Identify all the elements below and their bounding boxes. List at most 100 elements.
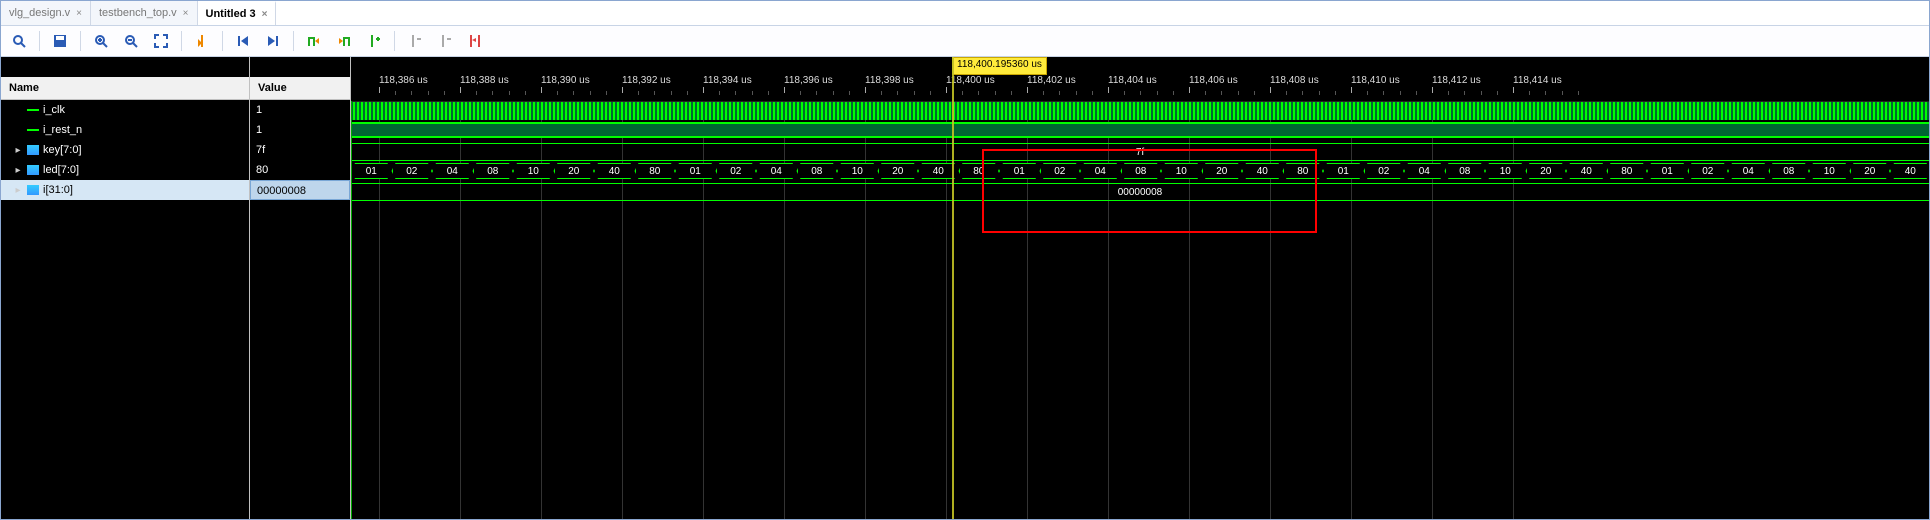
ruler-subtick xyxy=(1481,91,1482,95)
ruler-tick xyxy=(1432,87,1433,93)
prev-edge-icon[interactable] xyxy=(302,29,326,53)
first-icon[interactable] xyxy=(231,29,255,53)
ruler-label: 118,414 us xyxy=(1513,75,1562,86)
signal-value-i_rest_n[interactable]: 1 xyxy=(250,120,350,140)
ruler-subtick xyxy=(1464,91,1465,95)
signal-value-led-7-0-[interactable]: 80 xyxy=(250,160,350,180)
signal-value-key-7-0-[interactable]: 7f xyxy=(250,140,350,160)
cursor-marker-label[interactable]: 118,400.195360 us xyxy=(952,57,1047,75)
zoom-out-icon[interactable] xyxy=(119,29,143,53)
toolbar-separator xyxy=(293,31,294,51)
ruler-subtick xyxy=(1319,91,1320,95)
tab-testbench_top-v[interactable]: testbench_top.v × xyxy=(91,1,198,25)
remove-marker-icon[interactable] xyxy=(433,29,457,53)
bus-cell-led: 20 xyxy=(1850,163,1891,179)
tab-close-icon[interactable]: × xyxy=(76,8,82,19)
expander-icon[interactable]: ▸ xyxy=(13,185,23,196)
signal-value-i-31-0-[interactable]: 00000008 xyxy=(250,180,350,200)
ruler-label: 118,408 us xyxy=(1270,75,1319,86)
waveform-panel[interactable]: 118,386 us 118,388 us 118,390 us 118,392 us… xyxy=(351,57,1929,519)
ruler-subtick xyxy=(1400,91,1401,95)
ruler-subtick xyxy=(833,91,834,95)
signal-row-i_clk[interactable]: i_clk xyxy=(1,100,249,120)
tab-vlg_design-v[interactable]: vlg_design.v× xyxy=(1,1,91,25)
toolbar-separator xyxy=(39,31,40,51)
ruler-subtick xyxy=(881,91,882,95)
bus-cell-led: 01 xyxy=(1323,163,1364,179)
ruler-subtick xyxy=(816,91,817,95)
last-icon[interactable] xyxy=(261,29,285,53)
signal-name-label: i[31:0] xyxy=(43,184,73,196)
save-icon[interactable] xyxy=(48,29,72,53)
ruler-subtick xyxy=(1205,91,1206,95)
bus-cell-led: 10 xyxy=(837,163,878,179)
ruler-subtick xyxy=(476,91,477,95)
remove-marker-float-icon[interactable] xyxy=(403,29,427,53)
tab-untitled-3[interactable]: Untitled 3 × xyxy=(198,1,277,25)
ruler-subtick xyxy=(735,91,736,95)
signal-row-i-31-0-[interactable]: ▸ i[31:0] xyxy=(1,180,249,200)
ruler-subtick xyxy=(897,91,898,95)
swap-cursor-icon[interactable] xyxy=(463,29,487,53)
signal-name-label: i_rest_n xyxy=(43,124,82,136)
zoom-in-icon[interactable] xyxy=(89,29,113,53)
ruler-tick xyxy=(1108,87,1109,93)
ruler-subtick xyxy=(1562,91,1563,95)
bus-cell-led: 40 xyxy=(1890,163,1929,179)
ruler-label: 118,406 us xyxy=(1189,75,1238,86)
ruler-label: 118,392 us xyxy=(622,75,671,86)
ruler-subtick xyxy=(1545,91,1546,95)
ruler-subtick xyxy=(557,91,558,95)
signal-value-i_clk[interactable]: 1 xyxy=(250,100,350,120)
tab-label: Untitled 3 xyxy=(206,8,256,20)
ruler-subtick xyxy=(671,91,672,95)
tab-label: testbench_top.v xyxy=(99,7,177,19)
add-marker-icon[interactable] xyxy=(362,29,386,53)
next-edge-icon[interactable] xyxy=(332,29,356,53)
bus-icon xyxy=(27,145,39,155)
signal-row-key-7-0-[interactable]: ▸ key[7:0] xyxy=(1,140,249,160)
tab-close-icon[interactable]: × xyxy=(262,9,268,20)
toolbar-separator xyxy=(222,31,223,51)
ruler-subtick xyxy=(930,91,931,95)
ruler-label: 118,412 us xyxy=(1432,75,1481,86)
signal-value-panel: Value 117f8000000008 xyxy=(250,57,351,519)
bus-cell-led: 04 xyxy=(1404,163,1445,179)
ruler-label: 118,396 us xyxy=(784,75,833,86)
ruler-label: 118,394 us xyxy=(703,75,752,86)
value-column-header: Value xyxy=(250,77,350,100)
ruler-subtick xyxy=(1221,91,1222,95)
time-ruler[interactable]: 118,386 us 118,388 us 118,390 us 118,392 us… xyxy=(351,57,1929,102)
ruler-tick xyxy=(1513,87,1514,93)
signal-name-label: key[7:0] xyxy=(43,144,82,156)
bus-cell-led: 01 xyxy=(351,163,392,179)
name-column-header: Name xyxy=(1,77,249,100)
ruler-subtick xyxy=(1448,91,1449,95)
signal-row-i_rest_n[interactable]: i_rest_n xyxy=(1,120,249,140)
ruler-subtick xyxy=(800,91,801,95)
expander-icon[interactable]: ▸ xyxy=(13,145,23,156)
bus-cell-led: 10 xyxy=(513,163,554,179)
tab-close-icon[interactable]: × xyxy=(183,8,189,19)
ruler-subtick xyxy=(1059,91,1060,95)
zoom-fit-icon[interactable] xyxy=(149,29,173,53)
ruler-subtick xyxy=(1124,91,1125,95)
search-icon[interactable] xyxy=(7,29,31,53)
ruler-label: 118,386 us xyxy=(379,75,428,86)
bus-cell-led: 02 xyxy=(716,163,757,179)
bus-cell-led: 01 xyxy=(1647,163,1688,179)
bus-cell-led: 02 xyxy=(1364,163,1405,179)
expander-icon[interactable]: ▸ xyxy=(13,165,23,176)
ruler-subtick xyxy=(1173,91,1174,95)
ruler-label: 118,402 us xyxy=(1027,75,1076,86)
ruler-subtick xyxy=(1367,91,1368,95)
bus-cell-led: 02 xyxy=(1688,163,1729,179)
goto-cursor-icon[interactable] xyxy=(190,29,214,53)
ruler-label: 118,390 us xyxy=(541,75,590,86)
signal-row-led-7-0-[interactable]: ▸led[7:0] xyxy=(1,160,249,180)
ruler-subtick xyxy=(573,91,574,95)
bus-cell-led: 08 xyxy=(797,163,838,179)
ruler-label: 118,388 us xyxy=(460,75,509,86)
time-cursor[interactable] xyxy=(952,57,954,519)
toolbar-separator xyxy=(394,31,395,51)
